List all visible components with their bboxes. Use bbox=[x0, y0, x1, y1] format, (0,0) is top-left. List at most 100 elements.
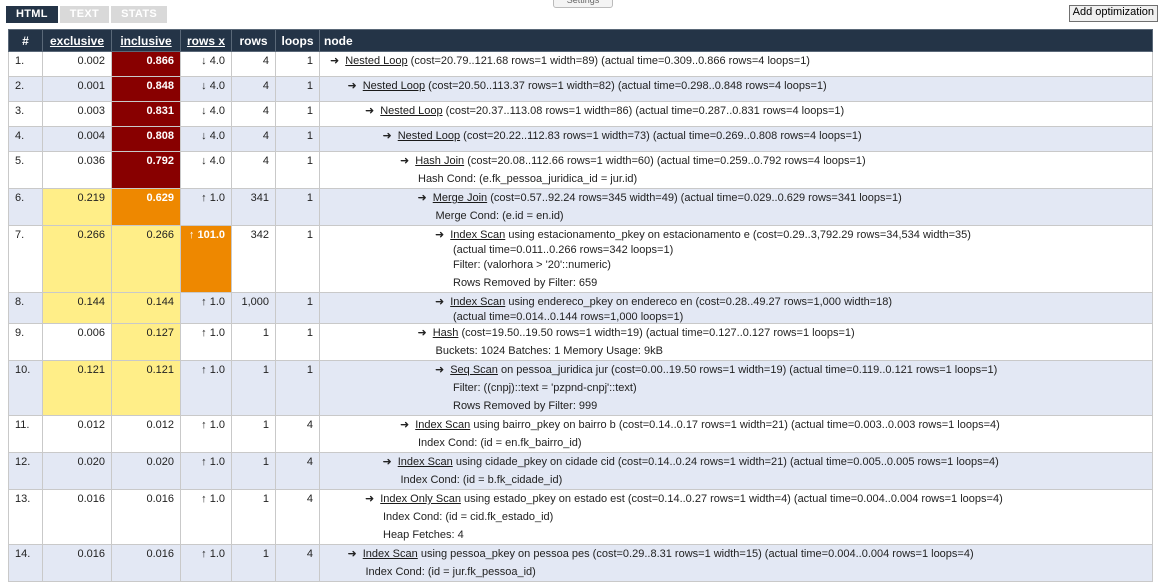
node-line: ➜ Nested Loop (cost=20.37..113.08 rows=1 … bbox=[365, 102, 1146, 120]
arrow-right-icon: ➜ bbox=[417, 192, 427, 204]
rows-estimate-factor-cell: ↑ 101.0 bbox=[180, 225, 232, 293]
rows-count-cell: 4 bbox=[231, 151, 276, 189]
tab-text[interactable]: TEXT bbox=[59, 6, 110, 23]
node-operation-link[interactable]: Hash bbox=[433, 327, 459, 339]
row-number: 6. bbox=[8, 188, 43, 226]
exclusive-time-cell: 0.016 bbox=[42, 544, 112, 582]
node-line: ➜ Nested Loop (cost=20.22..112.83 rows=1 … bbox=[383, 127, 1147, 145]
arrow-right-icon: ➜ bbox=[435, 364, 445, 376]
exclusive-time-cell: 0.020 bbox=[42, 452, 112, 490]
node-extra-info: Filter: ((cnpj)::text = 'pzpnd-cnpj'::te… bbox=[453, 382, 637, 394]
node-operation-link[interactable]: Index Scan bbox=[450, 296, 505, 308]
table-row: 6. 0.219 0.629 ↑ 1.0 341 1 ➜ Merge Join (cost=0… bbox=[8, 188, 1153, 226]
node-operation-link[interactable]: Index Only Scan bbox=[380, 493, 461, 505]
rows-estimate-factor-cell: ↑ 1.0 bbox=[180, 544, 232, 582]
arrow-right-icon: ➜ bbox=[382, 456, 392, 468]
node-details: (cost=20.22..112.83 rows=1 width=73) (ac… bbox=[463, 130, 862, 142]
loops-count-cell: 1 bbox=[275, 101, 320, 127]
exclusive-time-cell: 0.121 bbox=[42, 360, 112, 416]
node-details: (cost=20.08..112.66 rows=1 width=60) (ac… bbox=[467, 155, 866, 167]
node-operation-link[interactable]: Nested Loop bbox=[363, 80, 425, 92]
rows-estimate-factor-cell: ↑ 1.0 bbox=[180, 292, 232, 324]
node-operation-link[interactable]: Nested Loop bbox=[398, 130, 460, 142]
arrow-right-icon: ➜ bbox=[347, 548, 357, 560]
node-extra-info: Rows Removed by Filter: 999 bbox=[453, 400, 598, 412]
node-operation-link[interactable]: Index Scan bbox=[415, 419, 470, 431]
col-header-loops: loops bbox=[275, 29, 320, 52]
node-cell: ➜ Hash Join (cost=20.08..112.66 rows=1 wi… bbox=[319, 151, 1153, 189]
inclusive-time-cell: 0.866 bbox=[111, 51, 181, 77]
col-header-rows-x[interactable]: rows x bbox=[180, 29, 232, 52]
rows-count-cell: 1 bbox=[231, 452, 276, 490]
node-operation-link[interactable]: Nested Loop bbox=[345, 55, 407, 67]
add-optimization-button[interactable]: Add optimization bbox=[1068, 5, 1158, 22]
node-extra-info: Heap Fetches: 4 bbox=[383, 529, 464, 541]
rows-count-cell: 4 bbox=[231, 76, 276, 102]
table-row: 1. 0.002 0.866 ↓ 4.0 4 1 ➜ Nested Loop (cost=20… bbox=[8, 51, 1153, 77]
node-operation-link[interactable]: Merge Join bbox=[433, 192, 487, 204]
arrow-right-icon: ➜ bbox=[365, 105, 375, 117]
table-row: 8. 0.144 0.144 ↑ 1.0 1,000 1 ➜ Index Scan using… bbox=[8, 292, 1153, 324]
tab-stats[interactable]: STATS bbox=[111, 6, 167, 23]
rows-estimate-factor-cell: ↑ 1.0 bbox=[180, 489, 232, 545]
inclusive-time-cell: 0.016 bbox=[111, 544, 181, 582]
loops-count-cell: 4 bbox=[275, 452, 320, 490]
row-number: 14. bbox=[8, 544, 43, 582]
node-operation-link[interactable]: Hash Join bbox=[415, 155, 464, 167]
node-operation-link[interactable]: Index Scan bbox=[398, 456, 453, 468]
arrow-right-icon: ➜ bbox=[417, 327, 427, 339]
row-number: 11. bbox=[8, 415, 43, 453]
col-header-inclusive-label: inclusive bbox=[120, 33, 172, 48]
node-cell: ➜ Index Scan using estacionamento_pkey on… bbox=[319, 225, 1153, 293]
tab-html[interactable]: HTML bbox=[6, 6, 58, 23]
rows-estimate-factor-cell: ↑ 1.0 bbox=[180, 360, 232, 416]
node-line: ➜ Index Scan using pessoa_pkey on pessoa … bbox=[348, 545, 1147, 563]
table-row: 13. 0.016 0.016 ↑ 1.0 1 4 ➜ Index Only Scan usi… bbox=[8, 489, 1153, 545]
arrow-right-icon: ➜ bbox=[435, 296, 445, 308]
rows-estimate-factor-cell: ↓ 4.0 bbox=[180, 151, 232, 189]
view-tabs: HTML TEXT STATS bbox=[6, 6, 167, 23]
rows-count-cell: 1 bbox=[231, 489, 276, 545]
col-header-inclusive[interactable]: inclusive bbox=[111, 29, 181, 52]
col-header-rows: rows bbox=[231, 29, 276, 52]
node-line: ➜ Hash Join (cost=20.08..112.66 rows=1 wi… bbox=[400, 152, 1146, 170]
col-header-exclusive[interactable]: exclusive bbox=[42, 29, 112, 52]
rows-count-cell: 4 bbox=[231, 126, 276, 152]
node-cell: ➜ Index Scan using endereco_pkey on ender… bbox=[319, 292, 1153, 324]
loops-count-cell: 4 bbox=[275, 489, 320, 545]
node-operation-link[interactable]: Seq Scan bbox=[450, 364, 498, 376]
inclusive-time-cell: 0.848 bbox=[111, 76, 181, 102]
node-operation-link[interactable]: Index Scan bbox=[363, 548, 418, 560]
exclusive-time-cell: 0.006 bbox=[42, 323, 112, 361]
loops-count-cell: 1 bbox=[275, 151, 320, 189]
rows-estimate-factor-cell: ↑ 1.0 bbox=[180, 323, 232, 361]
node-extra-info: Hash Cond: (e.fk_pessoa_juridica_id = ju… bbox=[418, 173, 638, 185]
loops-count-cell: 1 bbox=[275, 126, 320, 152]
row-number: 9. bbox=[8, 323, 43, 361]
node-extra-info: Index Cond: (id = en.fk_bairro_id) bbox=[418, 437, 582, 449]
node-operation-link[interactable]: Nested Loop bbox=[380, 105, 442, 117]
node-details: (cost=20.50..113.37 rows=1 width=82) (ac… bbox=[428, 80, 827, 92]
row-number: 5. bbox=[8, 151, 43, 189]
inclusive-time-cell: 0.792 bbox=[111, 151, 181, 189]
node-line: ➜ Merge Join (cost=0.57..92.24 rows=345 w… bbox=[418, 189, 1147, 207]
col-header-rows-x-label: rows x bbox=[186, 33, 225, 48]
rows-count-cell: 4 bbox=[231, 101, 276, 127]
arrow-right-icon: ➜ bbox=[400, 155, 410, 167]
node-operation-link[interactable]: Index Scan bbox=[450, 229, 505, 241]
row-number: 10. bbox=[8, 360, 43, 416]
rows-estimate-factor-cell: ↓ 4.0 bbox=[180, 51, 232, 77]
exclusive-time-cell: 0.001 bbox=[42, 76, 112, 102]
node-details: using bairro_pkey on bairro b (cost=0.14… bbox=[473, 419, 1000, 431]
row-number: 12. bbox=[8, 452, 43, 490]
table-row: 7. 0.266 0.266 ↑ 101.0 342 1 ➜ Index Scan using… bbox=[8, 225, 1153, 293]
rows-estimate-factor-cell: ↓ 4.0 bbox=[180, 76, 232, 102]
settings-button[interactable]: Settings bbox=[553, 0, 613, 8]
node-cell: ➜ Hash (cost=19.50..19.50 rows=1 width=19… bbox=[319, 323, 1153, 361]
node-line: ➜ Index Scan using endereco_pkey on ender… bbox=[435, 293, 1146, 311]
node-details: (cost=0.57..92.24 rows=345 width=49) (ac… bbox=[490, 192, 902, 204]
node-details: using estacionamento_pkey on estacioname… bbox=[508, 229, 971, 241]
rows-count-cell: 342 bbox=[231, 225, 276, 293]
rows-estimate-factor-cell: ↑ 1.0 bbox=[180, 452, 232, 490]
plan-rows: 1. 0.002 0.866 ↓ 4.0 4 1 ➜ Nested Loop (cost=20… bbox=[8, 51, 1153, 582]
